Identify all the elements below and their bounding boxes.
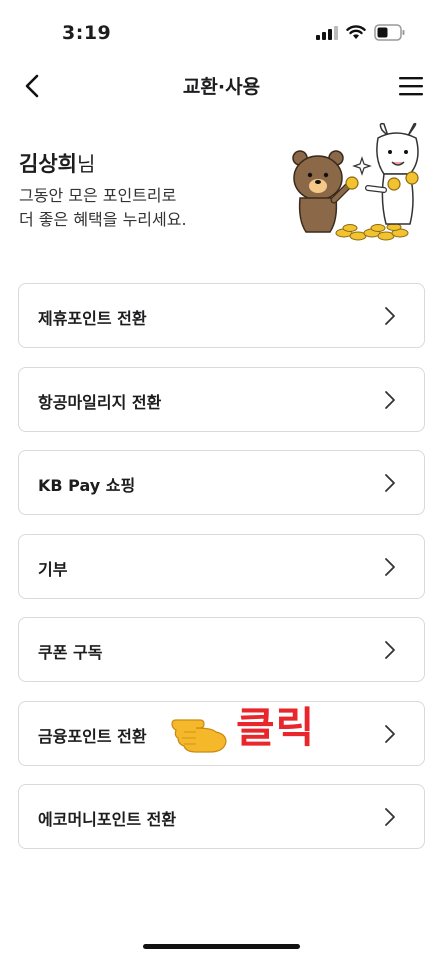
user-name: 김상희 <box>19 152 77 176</box>
greeting-message: 그동안 모은 포인트리로 더 좋은 혜택을 누리세요. <box>19 184 187 232</box>
menu-item-label: 쿠폰 구독 <box>38 643 103 662</box>
signal-icon <box>316 26 338 40</box>
menu-item-label: 항공마일리지 전환 <box>38 392 162 412</box>
click-annotation: 클릭 <box>236 703 316 752</box>
menu-item-eco-money-points[interactable]: 에코머니포인트 전환 <box>18 784 425 849</box>
greeting-name-row: 김상희님 <box>19 148 187 178</box>
pointing-hand-icon <box>171 719 227 753</box>
greeting-line-2: 더 좋은 혜택을 누리세요. <box>19 210 187 229</box>
page-title: 교환·사용 <box>182 76 261 98</box>
chevron-right-icon <box>385 474 395 492</box>
home-indicator[interactable] <box>143 944 300 949</box>
chevron-right-icon <box>385 808 395 826</box>
battery-icon <box>374 24 405 41</box>
chevron-right-icon <box>385 390 395 409</box>
menu-item-airline-mileage[interactable]: 항공마일리지 전환 <box>18 366 425 432</box>
hamburger-menu-icon[interactable] <box>398 75 424 97</box>
chevron-right-icon <box>385 557 395 576</box>
mascot-illustration <box>292 122 419 241</box>
menu-item-donation[interactable]: 기부 <box>18 533 425 599</box>
nav-bar: 교환·사용 <box>0 66 443 106</box>
greeting: 김상희님 그동안 모은 포인트리로 더 좋은 혜택을 누리세요. <box>19 148 187 232</box>
menu-item-label: 에코머니포인트 전환 <box>38 810 177 829</box>
wifi-icon <box>346 25 366 39</box>
menu-item-affiliate-points[interactable]: 제휴포인트 전환 <box>18 283 425 348</box>
status-bar: 3:19 <box>0 0 443 66</box>
menu-item-kb-pay-shopping[interactable]: KB Pay 쇼핑 <box>18 450 425 515</box>
menu-item-coupon-subscription[interactable]: 쿠폰 구독 <box>18 617 425 682</box>
name-suffix: 님 <box>76 152 96 176</box>
chevron-right-icon <box>385 307 395 325</box>
chevron-right-icon <box>385 724 395 743</box>
greeting-line-1: 그동안 모은 포인트리로 <box>19 186 177 205</box>
chevron-right-icon <box>385 641 395 659</box>
status-time: 3:19 <box>62 22 112 44</box>
menu-item-label: 제휴포인트 전환 <box>38 309 147 328</box>
menu-item-label: KB Pay 쇼핑 <box>38 476 136 495</box>
menu-list: 제휴포인트 전환 항공마일리지 전환 KB Pay 쇼핑 기부 쿠폰 구독 금융… <box>18 283 425 868</box>
menu-item-label: 기부 <box>38 559 68 579</box>
menu-item-label: 금융포인트 전환 <box>38 726 147 746</box>
